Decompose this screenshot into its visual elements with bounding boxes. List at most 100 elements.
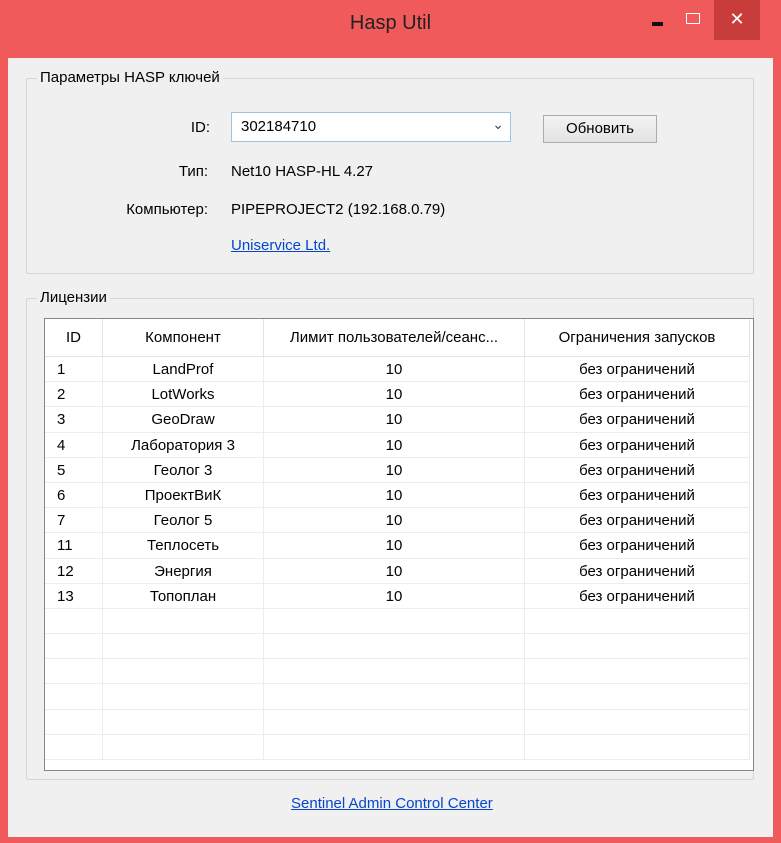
cell-restriction: без ограничений — [525, 357, 750, 382]
cell-empty — [525, 608, 750, 634]
table-row[interactable]: 4 Лаборатория 3 10 без ограничений — [45, 432, 750, 458]
cell-id: 5 — [45, 457, 103, 483]
cell-component: Энергия — [103, 558, 264, 584]
sentinel-admin-link[interactable]: Sentinel Admin Control Center — [291, 795, 493, 812]
cell-restriction: без ограничений — [525, 508, 750, 534]
cell-empty — [45, 684, 103, 710]
licenses-group-label: Лицензии — [37, 289, 110, 306]
cell-restriction: без ограничений — [525, 482, 750, 508]
cell-id: 4 — [45, 432, 103, 458]
cell-limit: 10 — [264, 357, 525, 382]
column-header-limit[interactable]: Лимит пользователей/сеанс... — [264, 319, 525, 357]
column-header-component[interactable]: Компонент — [103, 319, 264, 357]
table-row[interactable]: 12 Энергия 10 без ограничений — [45, 558, 750, 584]
licenses-table[interactable]: ID Компонент Лимит пользователей/сеанс..… — [44, 318, 754, 771]
cell-restriction: без ограничений — [525, 457, 750, 483]
cell-empty — [103, 709, 264, 735]
close-button[interactable]: ✕ — [714, 0, 760, 40]
computer-value: PIPEPROJECT2 (192.168.0.79) — [231, 201, 446, 218]
table-row[interactable]: 5 Геолог 3 10 без ограничений — [45, 457, 750, 483]
computer-label: Компьютер: — [126, 201, 208, 218]
title-bar[interactable]: Hasp Util ✕ — [0, 0, 781, 58]
cell-empty — [45, 634, 103, 660]
vendor-link[interactable]: Uniservice Ltd. — [231, 237, 330, 254]
cell-empty — [264, 684, 525, 710]
cell-id: 3 — [45, 407, 103, 433]
cell-empty — [264, 634, 525, 660]
table-row[interactable]: 13 Топоплан 10 без ограничений — [45, 583, 750, 609]
table-row-empty — [45, 634, 750, 660]
table-row[interactable]: 11 Теплосеть 10 без ограничений — [45, 533, 750, 559]
cell-empty — [103, 684, 264, 710]
cell-id: 6 — [45, 482, 103, 508]
cell-restriction: без ограничений — [525, 583, 750, 609]
table-row-empty — [45, 734, 750, 760]
cell-limit: 10 — [264, 583, 525, 609]
column-header-restrictions[interactable]: Ограничения запусков — [525, 319, 750, 357]
maximize-button[interactable] — [676, 0, 710, 40]
table-body: 1 LandProf 10 без ограничений 2 LotWorks… — [45, 357, 750, 760]
table-row-empty — [45, 608, 750, 635]
cell-limit: 10 — [264, 407, 525, 433]
minimize-icon — [651, 22, 663, 26]
table-row[interactable]: 7 Геолог 5 10 без ограничений — [45, 508, 750, 534]
column-header-id[interactable]: ID — [45, 319, 103, 357]
cell-empty — [45, 659, 103, 685]
cell-restriction: без ограничений — [525, 558, 750, 584]
maximize-icon — [686, 12, 700, 24]
cell-limit: 10 — [264, 457, 525, 483]
cell-limit: 10 — [264, 533, 525, 559]
cell-empty — [525, 659, 750, 685]
chevron-down-icon[interactable]: ⌄ — [492, 117, 504, 133]
table-row-empty — [45, 709, 750, 735]
cell-empty — [45, 709, 103, 735]
close-icon: ✕ — [729, 8, 745, 30]
minimize-button[interactable] — [640, 0, 674, 40]
cell-limit: 10 — [264, 432, 525, 458]
cell-restriction: без ограничений — [525, 533, 750, 559]
cell-component: LotWorks — [103, 382, 264, 408]
cell-component: Теплосеть — [103, 533, 264, 559]
cell-empty — [264, 709, 525, 735]
cell-empty — [525, 709, 750, 735]
id-label: ID: — [190, 119, 210, 136]
cell-id: 1 — [45, 357, 103, 382]
refresh-button[interactable]: Обновить — [543, 115, 657, 143]
cell-empty — [45, 608, 103, 634]
cell-empty — [525, 634, 750, 660]
cell-id: 11 — [45, 533, 103, 559]
cell-component: Геолог 5 — [103, 508, 264, 534]
cell-empty — [264, 608, 525, 634]
hasp-keys-group-label: Параметры HASP ключей — [37, 69, 223, 86]
cell-empty — [103, 659, 264, 685]
cell-id: 13 — [45, 583, 103, 609]
cell-restriction: без ограничений — [525, 407, 750, 433]
table-row-empty — [45, 659, 750, 685]
cell-id: 2 — [45, 382, 103, 408]
table-header: ID Компонент Лимит пользователей/сеанс..… — [45, 319, 750, 357]
id-combobox-value: 302184710 — [241, 118, 317, 135]
cell-empty — [45, 734, 103, 760]
cell-limit: 10 — [264, 382, 525, 408]
type-label: Тип: — [178, 163, 208, 180]
cell-empty — [103, 634, 264, 660]
cell-id: 7 — [45, 508, 103, 534]
cell-id: 12 — [45, 558, 103, 584]
cell-component: Лаборатория 3 — [103, 432, 264, 458]
cell-component: Геолог 3 — [103, 457, 264, 483]
cell-limit: 10 — [264, 558, 525, 584]
table-row[interactable]: 1 LandProf 10 без ограничений — [45, 357, 750, 383]
id-combobox[interactable]: 302184710 ⌄ — [231, 112, 511, 142]
cell-component: ПроектВиК — [103, 482, 264, 508]
table-row[interactable]: 6 ПроектВиК 10 без ограничений — [45, 482, 750, 509]
type-value: Net10 HASP-HL 4.27 — [231, 163, 374, 180]
cell-restriction: без ограничений — [525, 382, 750, 408]
cell-empty — [103, 734, 264, 760]
cell-empty — [525, 734, 750, 760]
table-row[interactable]: 2 LotWorks 10 без ограничений — [45, 382, 750, 408]
cell-limit: 10 — [264, 508, 525, 534]
cell-empty — [264, 734, 525, 760]
table-row[interactable]: 3 GeoDraw 10 без ограничений — [45, 407, 750, 433]
cell-empty — [264, 659, 525, 685]
cell-component: LandProf — [103, 357, 264, 382]
